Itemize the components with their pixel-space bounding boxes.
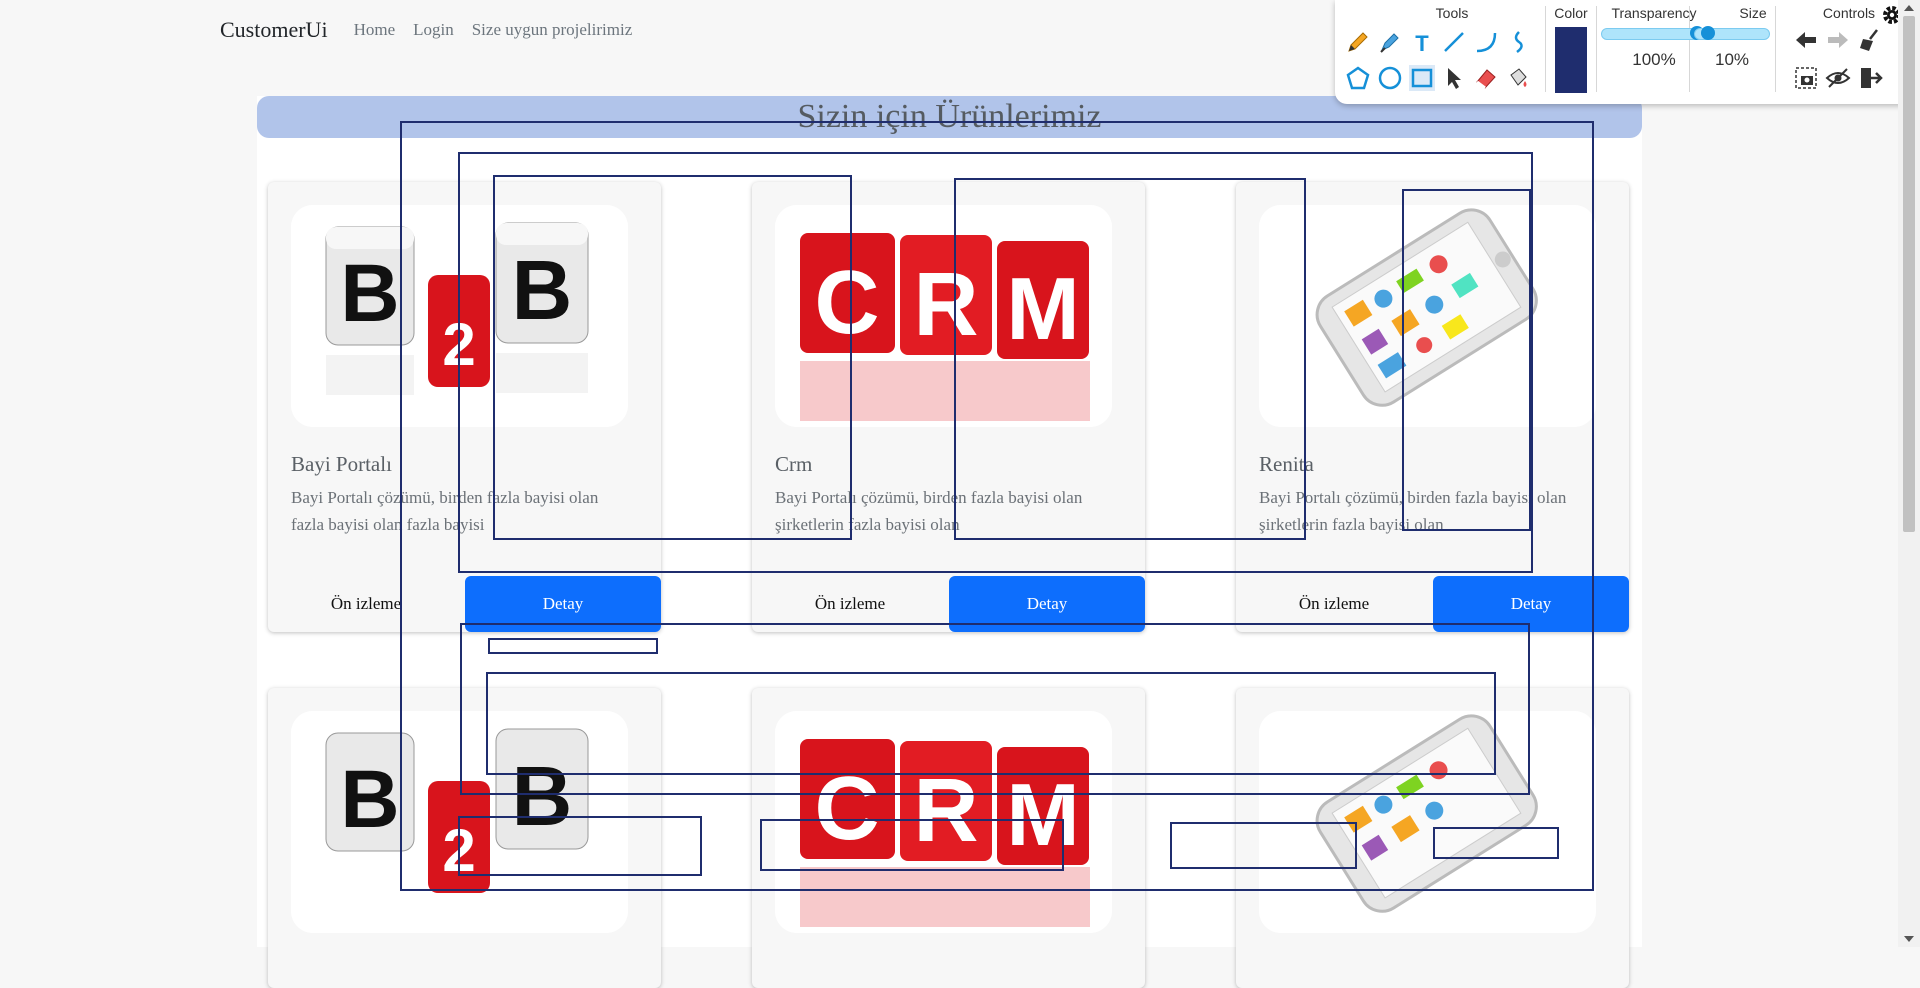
tools-header: Tools [1435, 5, 1469, 21]
svg-text:M: M [1006, 765, 1079, 864]
svg-text:B: B [512, 243, 573, 337]
svg-text:B: B [340, 248, 399, 339]
detail-button[interactable]: Detay [1433, 576, 1629, 632]
size-header: Size [1739, 5, 1767, 21]
page-scrollbar[interactable] [1898, 0, 1920, 947]
size-slider-knob[interactable] [1701, 26, 1715, 40]
card-title: Bayi Portalı [291, 452, 392, 476]
svg-text:C: C [815, 253, 880, 353]
fill-bucket-icon[interactable] [1505, 65, 1531, 91]
size-slider[interactable] [1694, 26, 1770, 40]
card-text: Bayi Portalı çözümü, birden fazla bayisi… [291, 488, 599, 534]
nav-link-login[interactable]: Login [413, 20, 454, 40]
card-text: Bayi Portalı çözümü, birden fazla bayisi… [775, 488, 1083, 534]
svg-text:2: 2 [442, 817, 475, 884]
current-color-swatch[interactable] [1555, 27, 1587, 93]
marker-icon[interactable] [1377, 29, 1403, 55]
svg-text:R: R [914, 255, 979, 355]
scrollbar-thumb[interactable] [1903, 16, 1915, 532]
preview-button[interactable]: Ön izleme [268, 576, 464, 632]
svg-text:T: T [1415, 31, 1429, 55]
undo-icon[interactable] [1793, 27, 1819, 53]
rectangle-icon[interactable] [1409, 65, 1435, 91]
smartphone-charts-image [1259, 711, 1596, 933]
svg-text:C: C [815, 759, 880, 859]
product-card [1236, 688, 1629, 988]
redo-icon[interactable] [1825, 27, 1851, 53]
exit-icon[interactable] [1857, 65, 1883, 91]
size-value: 10% [1714, 50, 1750, 69]
product-card: Renita Bayi Portalı çözümü, birden fazla… [1236, 182, 1629, 632]
card-text: Bayi Portalı çözümü, birden fazla bayisi… [1259, 488, 1567, 534]
svg-text:M: M [1006, 259, 1079, 358]
detail-button[interactable]: Detay [465, 576, 661, 632]
clear-broom-icon[interactable] [1857, 27, 1883, 53]
nav-link-home[interactable]: Home [354, 20, 396, 40]
detail-button[interactable]: Detay [949, 576, 1145, 632]
transparency-value: 100% [1632, 50, 1676, 69]
card-title: Renita [1259, 452, 1314, 476]
products-container: Sizin için Ürünlerimiz B 2 B Bayi Portal… [257, 96, 1642, 988]
svg-text:R: R [914, 761, 979, 861]
nav-link-projects[interactable]: Size uygun projelirimiz [472, 20, 633, 40]
line-icon[interactable] [1441, 29, 1467, 55]
drawing-toolbar: Tools Color Transparency Size Controls T [1335, 0, 1915, 104]
svg-text:B: B [512, 749, 573, 843]
circle-icon[interactable] [1377, 65, 1403, 91]
product-card: B 2 B Bayi Portalı Bayi Portalı çözümü, … [268, 182, 661, 632]
b2b-dice-image: B 2 B [291, 205, 628, 427]
brand-link[interactable]: CustomerUi [220, 17, 328, 43]
screenshot-icon[interactable] [1793, 65, 1819, 91]
navbar: CustomerUi Home Login Size uygun projeli… [220, 14, 650, 46]
curve-icon[interactable] [1473, 29, 1499, 55]
preview-button[interactable]: Ön izleme [752, 576, 948, 632]
color-header: Color [1554, 5, 1588, 21]
svg-text:2: 2 [442, 311, 475, 378]
svg-text:B: B [340, 754, 399, 845]
transparency-slider[interactable] [1601, 26, 1705, 40]
freehand-icon[interactable] [1505, 29, 1531, 55]
smartphone-charts-image [1259, 205, 1596, 427]
eraser-icon[interactable] [1473, 65, 1499, 91]
product-card: C R M Crm Bayi Portalı çözümü, birden fa… [752, 182, 1145, 632]
hide-eye-icon[interactable] [1825, 65, 1851, 91]
product-card: C R M [752, 688, 1145, 988]
b2b-dice-image: B 2 B [291, 711, 628, 933]
polygon-icon[interactable] [1345, 65, 1371, 91]
crm-cubes-image: C R M [775, 711, 1112, 933]
text-icon[interactable]: T [1409, 29, 1435, 55]
transparency-header: Transparency [1611, 5, 1697, 21]
preview-button[interactable]: Ön izleme [1236, 576, 1432, 632]
product-card: B 2 B [268, 688, 661, 988]
card-title: Crm [775, 452, 813, 476]
select-arrow-icon[interactable] [1441, 65, 1467, 91]
crm-cubes-image: C R M [775, 205, 1112, 427]
pencil-icon[interactable] [1345, 29, 1371, 55]
